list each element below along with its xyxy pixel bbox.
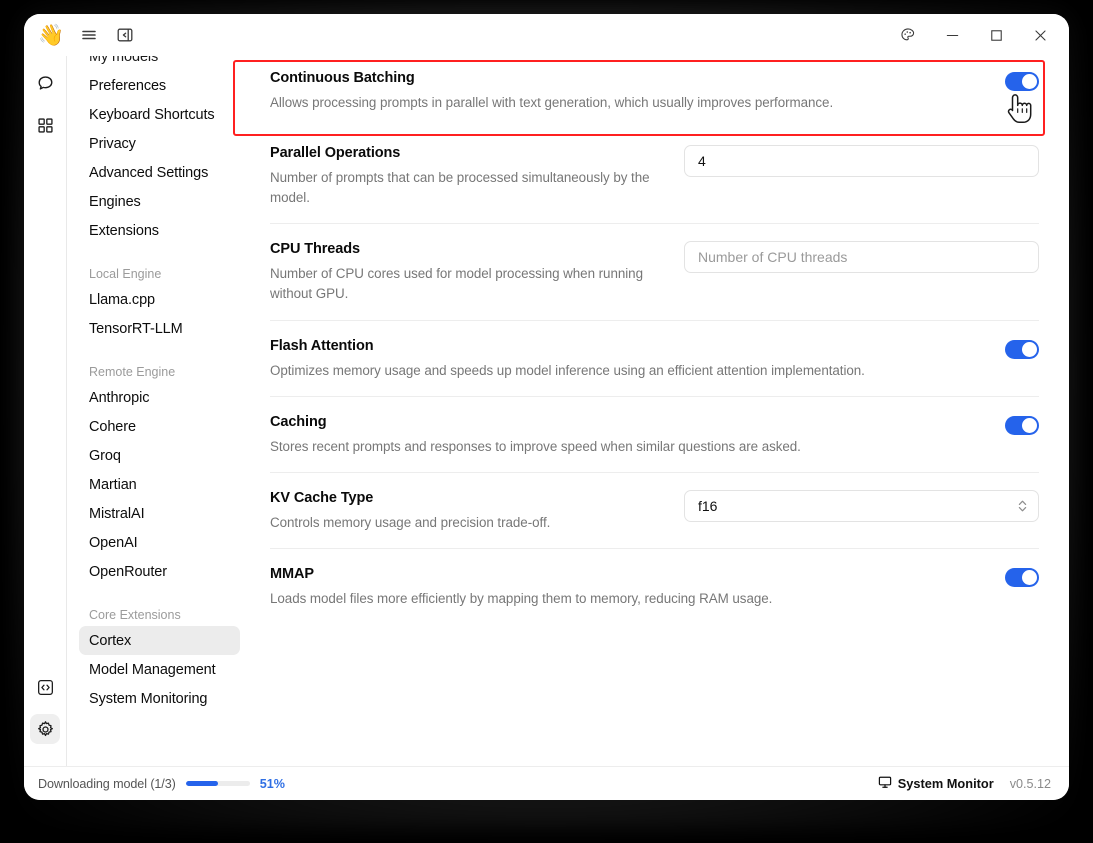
download-status-label: Downloading model (1/3) xyxy=(38,776,176,791)
setting-control xyxy=(1005,70,1039,91)
status-bar: Downloading model (1/3) 51% System Monit… xyxy=(24,766,1069,800)
settings-content: Continuous Batching Allows processing pr… xyxy=(252,56,1069,766)
toggle-knob xyxy=(1022,569,1037,585)
toggle-knob xyxy=(1022,341,1037,357)
setting-description: Number of prompts that can be processed … xyxy=(270,170,650,206)
cpu-threads-input[interactable] xyxy=(684,241,1039,274)
desktop-background: 👋 My models Preferences Keyboard Shortcu… xyxy=(0,0,1093,843)
setting-description: Allows processing prompts in parallel wi… xyxy=(270,95,834,110)
sidebar-item-openrouter[interactable]: OpenRouter xyxy=(79,557,240,586)
download-progress-bar xyxy=(185,781,250,786)
sidebar-item-martian[interactable]: Martian xyxy=(79,470,240,499)
wave-hand-icon: 👋 xyxy=(38,23,65,47)
collapse-panel-icon[interactable] xyxy=(114,24,136,46)
setting-row-mmap: MMAP Loads model files more efficiently … xyxy=(270,549,1039,624)
parallel-operations-input[interactable] xyxy=(684,145,1039,178)
setting-row-parallel-operations: Parallel Operations Number of prompts th… xyxy=(270,128,1039,225)
title-bar: 👋 xyxy=(24,14,1069,56)
code-icon[interactable] xyxy=(30,672,60,702)
icon-rail xyxy=(24,56,66,766)
setting-row-cpu-threads: CPU Threads Number of CPU cores used for… xyxy=(270,224,1039,321)
sidebar-item-model-management[interactable]: Model Management xyxy=(79,655,240,684)
setting-row-continuous-batching: Continuous Batching Allows processing pr… xyxy=(270,56,1039,128)
window-controls xyxy=(897,24,1051,46)
kv-cache-type-value: f16 xyxy=(684,489,1039,522)
sidebar-item-privacy[interactable]: Privacy xyxy=(79,129,240,158)
setting-description: Stores recent prompts and responses to i… xyxy=(270,438,801,454)
sidebar-item-cortex[interactable]: Cortex xyxy=(79,626,240,655)
toggle-knob xyxy=(1022,417,1037,433)
setting-text: Continuous Batching Allows processing pr… xyxy=(270,70,1005,113)
setting-title: KV Cache Type xyxy=(270,489,374,506)
setting-description: Optimizes memory usage and speeds up mod… xyxy=(270,362,865,378)
setting-control xyxy=(684,145,1039,178)
palette-icon[interactable] xyxy=(897,24,919,46)
sidebar-group-local-engine: Local Engine xyxy=(89,267,162,281)
maximize-icon[interactable] xyxy=(985,24,1007,46)
setting-row-kv-cache-type: KV Cache Type Controls memory usage and … xyxy=(270,473,1039,549)
setting-row-flash-attention: Flash Attention Optimizes memory usage a… xyxy=(270,321,1039,397)
sidebar-item-openai[interactable]: OpenAI xyxy=(79,528,240,557)
apps-grid-icon[interactable] xyxy=(30,110,60,140)
app-version-label: v0.5.12 xyxy=(1009,776,1051,791)
hamburger-menu-icon[interactable] xyxy=(78,24,100,46)
setting-title: Flash Attention xyxy=(270,337,374,354)
system-monitor-label: System Monitor xyxy=(897,776,994,791)
setting-text: KV Cache Type Controls memory usage and … xyxy=(270,490,684,533)
sidebar-item-groq[interactable]: Groq xyxy=(79,441,240,470)
settings-nav[interactable]: My models Preferences Keyboard Shortcuts… xyxy=(66,56,252,766)
sidebar-item-llama-cpp[interactable]: Llama.cpp xyxy=(79,285,240,314)
settings-nav-list: My models Preferences Keyboard Shortcuts… xyxy=(79,56,240,713)
setting-text: CPU Threads Number of CPU cores used for… xyxy=(270,241,684,304)
setting-title: Caching xyxy=(270,413,327,430)
setting-control: f16 xyxy=(684,489,1039,522)
setting-text: MMAP Loads model files more efficiently … xyxy=(270,566,1005,609)
setting-title: CPU Threads xyxy=(270,241,360,258)
system-monitor-button[interactable]: System Monitor xyxy=(878,775,994,792)
sidebar-item-preferences[interactable]: Preferences xyxy=(79,71,240,100)
setting-description: Controls memory usage and precision trad… xyxy=(270,514,551,530)
sidebar-item-engines[interactable]: Engines xyxy=(79,187,240,216)
flash-attention-toggle[interactable] xyxy=(1005,339,1039,359)
setting-description: Number of CPU cores used for model proce… xyxy=(270,266,643,302)
setting-text: Parallel Operations Number of prompts th… xyxy=(270,145,684,208)
window-body: My models Preferences Keyboard Shortcuts… xyxy=(24,56,1069,766)
minimize-icon[interactable] xyxy=(941,24,963,46)
setting-title: Continuous Batching xyxy=(270,70,415,86)
continuous-batching-toggle[interactable] xyxy=(1005,72,1039,91)
setting-control xyxy=(1005,414,1039,435)
toggle-knob xyxy=(1022,74,1037,89)
setting-control xyxy=(684,241,1039,274)
setting-description: Loads model files more efficiently by ma… xyxy=(270,590,773,606)
download-progress-percent: 51% xyxy=(259,776,285,791)
sidebar-item-extensions[interactable]: Extensions xyxy=(79,216,240,245)
setting-row-caching: Caching Stores recent prompts and respon… xyxy=(270,397,1039,473)
sidebar-group-remote-engine: Remote Engine xyxy=(89,365,176,379)
sidebar-item-tensorrt-llm[interactable]: TensorRT-LLM xyxy=(79,314,240,343)
sidebar-item-my-models[interactable]: My models xyxy=(79,56,240,71)
title-bar-left-controls: 👋 xyxy=(38,24,136,46)
setting-text: Flash Attention Optimizes memory usage a… xyxy=(270,338,1005,381)
setting-text: Caching Stores recent prompts and respon… xyxy=(270,414,1005,457)
caching-toggle[interactable] xyxy=(1005,415,1039,435)
gear-icon[interactable] xyxy=(30,714,60,744)
setting-control xyxy=(1005,566,1039,587)
kv-cache-type-select[interactable]: f16 xyxy=(684,489,1039,522)
monitor-icon xyxy=(878,775,892,792)
setting-title: Parallel Operations xyxy=(270,145,401,162)
mmap-toggle[interactable] xyxy=(1005,567,1039,587)
chat-icon[interactable] xyxy=(30,68,60,98)
sidebar-item-system-monitoring[interactable]: System Monitoring xyxy=(79,684,240,713)
sidebar-group-core-extensions: Core Extensions xyxy=(89,608,181,622)
close-icon[interactable] xyxy=(1029,24,1051,46)
sidebar-item-advanced-settings[interactable]: Advanced Settings xyxy=(79,158,240,187)
sidebar-item-keyboard-shortcuts[interactable]: Keyboard Shortcuts xyxy=(79,100,240,129)
sidebar-item-mistralai[interactable]: MistralAI xyxy=(79,499,240,528)
setting-control xyxy=(1005,338,1039,359)
sidebar-item-anthropic[interactable]: Anthropic xyxy=(79,383,240,412)
download-progress-fill xyxy=(185,781,219,786)
sidebar-item-cohere[interactable]: Cohere xyxy=(79,412,240,441)
setting-title: MMAP xyxy=(270,565,314,582)
app-window: 👋 My models Preferences Keyboard Shortcu… xyxy=(24,14,1069,800)
